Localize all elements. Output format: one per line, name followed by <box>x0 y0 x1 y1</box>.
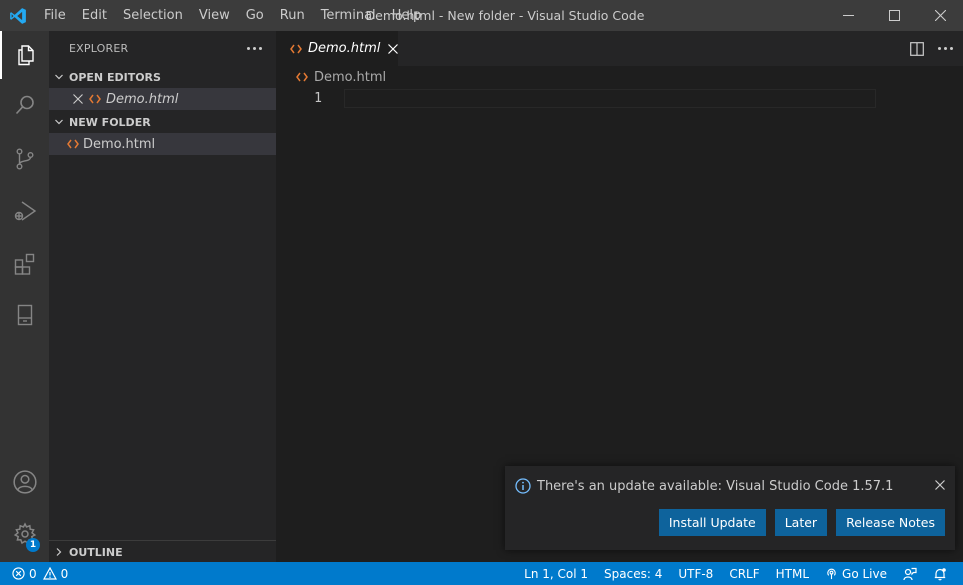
search-icon <box>15 95 34 115</box>
error-count: 0 <box>29 566 37 581</box>
info-icon <box>515 478 531 494</box>
file-tree-item[interactable]: Demo.html <box>49 133 276 155</box>
activity-manage[interactable]: 1 <box>0 510 49 558</box>
language-mode[interactable]: HTML <box>768 567 817 581</box>
more-actions-icon[interactable] <box>247 47 262 50</box>
vscode-logo-icon[interactable] <box>0 0 36 31</box>
source-control-icon <box>15 148 33 170</box>
run-debug-icon <box>14 201 36 221</box>
settings-badge: 1 <box>26 538 40 552</box>
menu-edit[interactable]: Edit <box>74 0 115 31</box>
breadcrumb[interactable]: Demo.html <box>276 66 386 88</box>
notification-buttons: Install Update Later Release Notes <box>658 509 945 536</box>
html-file-icon <box>290 44 302 54</box>
activity-run-debug[interactable] <box>0 187 49 235</box>
editor-tab-bar: Demo.html <box>276 31 963 66</box>
file-tree-label: Demo.html <box>83 136 156 152</box>
close-editor-icon[interactable] <box>69 94 87 104</box>
html-file-icon <box>65 139 81 149</box>
warning-count: 0 <box>60 566 69 581</box>
outline-header[interactable]: OUTLINE <box>49 541 276 563</box>
error-icon <box>12 567 25 580</box>
folder-section[interactable]: NEW FOLDER <box>49 111 276 133</box>
open-editor-label: Demo.html <box>106 91 179 107</box>
tab-demo-html[interactable]: Demo.html <box>276 31 399 66</box>
feedback-icon[interactable] <box>895 567 925 581</box>
close-icon <box>934 10 946 21</box>
chevron-right-icon <box>49 547 69 557</box>
menu-run[interactable]: Run <box>272 0 313 31</box>
notification-text: There's an update available: Visual Stud… <box>537 478 894 494</box>
minimize-button[interactable] <box>825 0 871 31</box>
html-file-icon <box>87 94 103 104</box>
remote-explorer-icon <box>17 304 32 326</box>
menu-selection[interactable]: Selection <box>115 0 191 31</box>
activity-accounts[interactable] <box>0 458 49 506</box>
update-notification: There's an update available: Visual Stud… <box>505 466 955 550</box>
menu-go[interactable]: Go <box>238 0 272 31</box>
problems-indicator[interactable]: 0 0 <box>12 562 68 585</box>
maximize-button[interactable] <box>871 0 917 31</box>
install-update-button[interactable]: Install Update <box>658 509 766 536</box>
activity-extensions[interactable] <box>0 240 49 288</box>
window-title: Demo.html - New folder - Visual Studio C… <box>365 8 645 23</box>
activity-remote-explorer[interactable] <box>0 291 49 339</box>
open-editors-label: OPEN EDITORS <box>69 70 161 84</box>
chevron-down-icon <box>49 117 69 127</box>
close-window-button[interactable] <box>917 0 963 31</box>
account-icon <box>12 470 37 494</box>
status-bar-right: Ln 1, Col 1 Spaces: 4 UTF-8 CRLF HTML Go… <box>516 562 955 585</box>
open-editors-section[interactable]: OPEN EDITORS <box>49 66 276 88</box>
explorer-header: EXPLORER <box>49 31 276 66</box>
title-bar: File Edit Selection View Go Run Terminal… <box>0 0 963 31</box>
release-notes-button[interactable]: Release Notes <box>836 509 945 536</box>
editor-text-area[interactable] <box>344 89 876 108</box>
line-number: 1 <box>314 91 322 106</box>
open-editor-item[interactable]: Demo.html <box>49 88 276 110</box>
warning-icon <box>42 567 57 580</box>
go-live-label: Go Live <box>842 566 887 581</box>
explorer-sidebar: EXPLORER OPEN EDITORS Demo.html NEW FOLD… <box>49 31 276 562</box>
window-controls <box>825 0 963 31</box>
tab-label: Demo.html <box>308 41 381 56</box>
explorer-title: EXPLORER <box>69 42 129 55</box>
notification-message: There's an update available: Visual Stud… <box>515 478 893 494</box>
files-icon <box>17 45 34 66</box>
outline-label: OUTLINE <box>69 545 123 559</box>
activity-explorer[interactable] <box>0 31 49 79</box>
tab-close-icon[interactable] <box>388 43 399 54</box>
end-of-line[interactable]: CRLF <box>721 567 767 581</box>
breadcrumb-file: Demo.html <box>314 69 387 85</box>
activity-search[interactable] <box>0 81 49 129</box>
html-file-icon <box>296 72 308 82</box>
notifications-bell-icon[interactable] <box>925 567 955 581</box>
minimize-icon <box>842 15 854 16</box>
broadcast-icon <box>827 568 836 580</box>
editor-actions <box>910 31 953 66</box>
later-button[interactable]: Later <box>774 509 828 536</box>
indentation[interactable]: Spaces: 4 <box>596 567 670 581</box>
outline-section: OUTLINE <box>49 540 276 563</box>
folder-label: NEW FOLDER <box>69 115 151 129</box>
notification-close-icon[interactable] <box>935 480 945 490</box>
split-editor-icon[interactable] <box>910 41 924 56</box>
menu-view[interactable]: View <box>191 0 238 31</box>
menu-file[interactable]: File <box>36 0 74 31</box>
status-bar: 0 0 Ln 1, Col 1 Spaces: 4 UTF-8 CRLF HTM… <box>0 562 963 585</box>
chevron-down-icon <box>49 72 69 82</box>
extensions-icon <box>14 253 34 275</box>
go-live-button[interactable]: Go Live <box>817 567 895 581</box>
maximize-icon <box>888 10 900 21</box>
encoding[interactable]: UTF-8 <box>670 567 721 581</box>
cursor-position[interactable]: Ln 1, Col 1 <box>516 567 596 581</box>
editor-more-actions-icon[interactable] <box>938 47 953 50</box>
activity-source-control[interactable] <box>0 135 49 183</box>
activity-bar: 1 <box>0 31 49 562</box>
